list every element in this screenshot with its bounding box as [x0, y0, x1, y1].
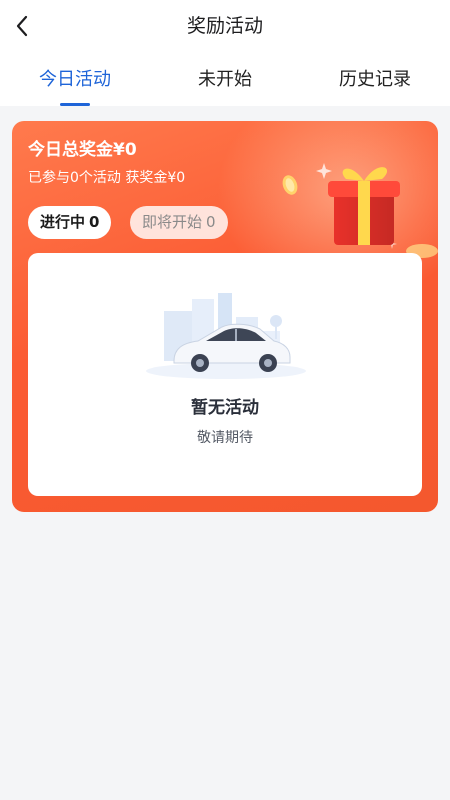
tab-bar: 今日活动 未开始 历史记录	[0, 64, 450, 106]
empty-state-title: 暂无活动	[191, 398, 259, 418]
reward-summary-card: 今日总奖金¥0 已参与0个活动 获奖金¥0 进行中 0 即将开始 0 暂无活动 …	[12, 121, 438, 512]
top-bar: 奖励活动 今日活动 未开始 历史记录	[0, 0, 450, 106]
tab-today[interactable]: 今日活动	[20, 64, 130, 106]
filter-label: 即将开始	[142, 213, 203, 231]
empty-state-panel: 暂无活动 敬请期待	[28, 253, 422, 496]
total-bonus-today: 今日总奖金¥0	[28, 140, 137, 160]
empty-state-subtitle: 敬请期待	[197, 430, 253, 446]
filter-label: 进行中	[40, 213, 86, 231]
tab-not-started[interactable]: 未开始	[170, 64, 280, 106]
car-city-illustration	[146, 293, 306, 379]
filter-upcoming[interactable]: 即将开始 0	[130, 206, 228, 239]
page-title: 奖励活动	[186, 15, 263, 37]
gift-box-icon	[282, 163, 438, 258]
participation-summary: 已参与0个活动 获奖金¥0	[28, 170, 186, 186]
filter-count: 0	[89, 213, 100, 231]
filter-count: 0	[206, 213, 216, 231]
tab-active-indicator	[60, 103, 90, 106]
tab-history[interactable]: 历史记录	[320, 64, 430, 106]
filter-in-progress[interactable]: 进行中 0	[28, 206, 112, 239]
